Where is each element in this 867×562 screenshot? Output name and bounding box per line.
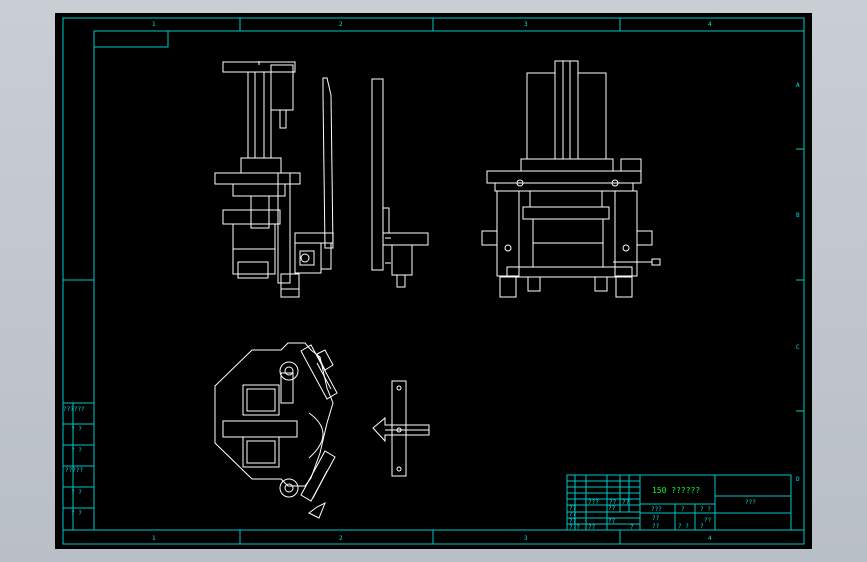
- zone-label-bottom-3: 3: [524, 535, 528, 542]
- title-cell-14: ??: [652, 523, 660, 530]
- title-cell-18: ??: [588, 524, 596, 531]
- zone-label-bottom-2: 2: [339, 535, 343, 542]
- left-strip-label-6: ? ?: [71, 510, 82, 517]
- title-block-right-label: ???: [745, 499, 756, 506]
- rear-view: [481, 60, 661, 298]
- title-cell-11: ? ?: [700, 506, 711, 513]
- zone-label-top-1: 1: [152, 21, 156, 28]
- title-cell-5: ??: [569, 511, 577, 518]
- zone-label-top-3: 3: [524, 21, 528, 28]
- drawing-canvas[interactable]: 1 2 3 4 1 2 3 4 A B C D ?????? ? ? ? ? ?…: [55, 13, 812, 549]
- left-strip-label-2: ? ?: [71, 426, 82, 433]
- inner-border: [93, 30, 805, 531]
- cad-viewport[interactable]: 1 2 3 4 1 2 3 4 A B C D ?????? ? ? ? ? ?…: [0, 0, 867, 562]
- zone-ticks: [63, 18, 804, 544]
- left-strip-label-1: ??????: [63, 406, 85, 413]
- title-cell-12: ??: [652, 515, 660, 522]
- title-cell-19: ?: [630, 524, 634, 531]
- zone-label-bottom-1: 1: [152, 535, 156, 542]
- front-view: [214, 61, 334, 298]
- top-view: [214, 342, 338, 519]
- left-strip-label-5: ? ?: [71, 489, 82, 496]
- side-view: [371, 78, 429, 288]
- title-cell-8: ??: [608, 518, 616, 525]
- left-strip-label-3: ? ?: [71, 447, 82, 454]
- zone-label-top-4: 4: [708, 21, 712, 28]
- title-cell-2: ???: [588, 499, 599, 506]
- corner-reference-box: [93, 30, 169, 48]
- title-cell-13: ??: [704, 517, 712, 524]
- title-cell-9: ???: [651, 506, 662, 513]
- zone-label-right-d: D: [796, 476, 800, 483]
- title-block: [566, 474, 792, 531]
- drawing-title: 150 ??????: [652, 486, 700, 495]
- zone-label-right-a: A: [796, 82, 800, 89]
- zone-label-right-b: B: [796, 212, 800, 219]
- zone-label-bottom-4: 4: [708, 535, 712, 542]
- title-cell-7: ??: [608, 505, 616, 512]
- outer-border: [62, 17, 805, 545]
- detail-view: [372, 380, 430, 477]
- title-cell-15: ? ?: [678, 523, 689, 530]
- title-cell-17: ? ?: [569, 524, 580, 531]
- title-cell-4: ??: [622, 499, 630, 506]
- zone-label-right-c: C: [796, 344, 800, 351]
- title-cell-16: ?: [700, 523, 704, 530]
- drawing-sheet[interactable]: 1 2 3 4 1 2 3 4 A B C D ?????? ? ? ? ? ?…: [55, 13, 812, 549]
- left-strip-label-4: ?????: [65, 467, 83, 474]
- title-cell-10: ?: [681, 506, 685, 513]
- zone-label-top-2: 2: [339, 21, 343, 28]
